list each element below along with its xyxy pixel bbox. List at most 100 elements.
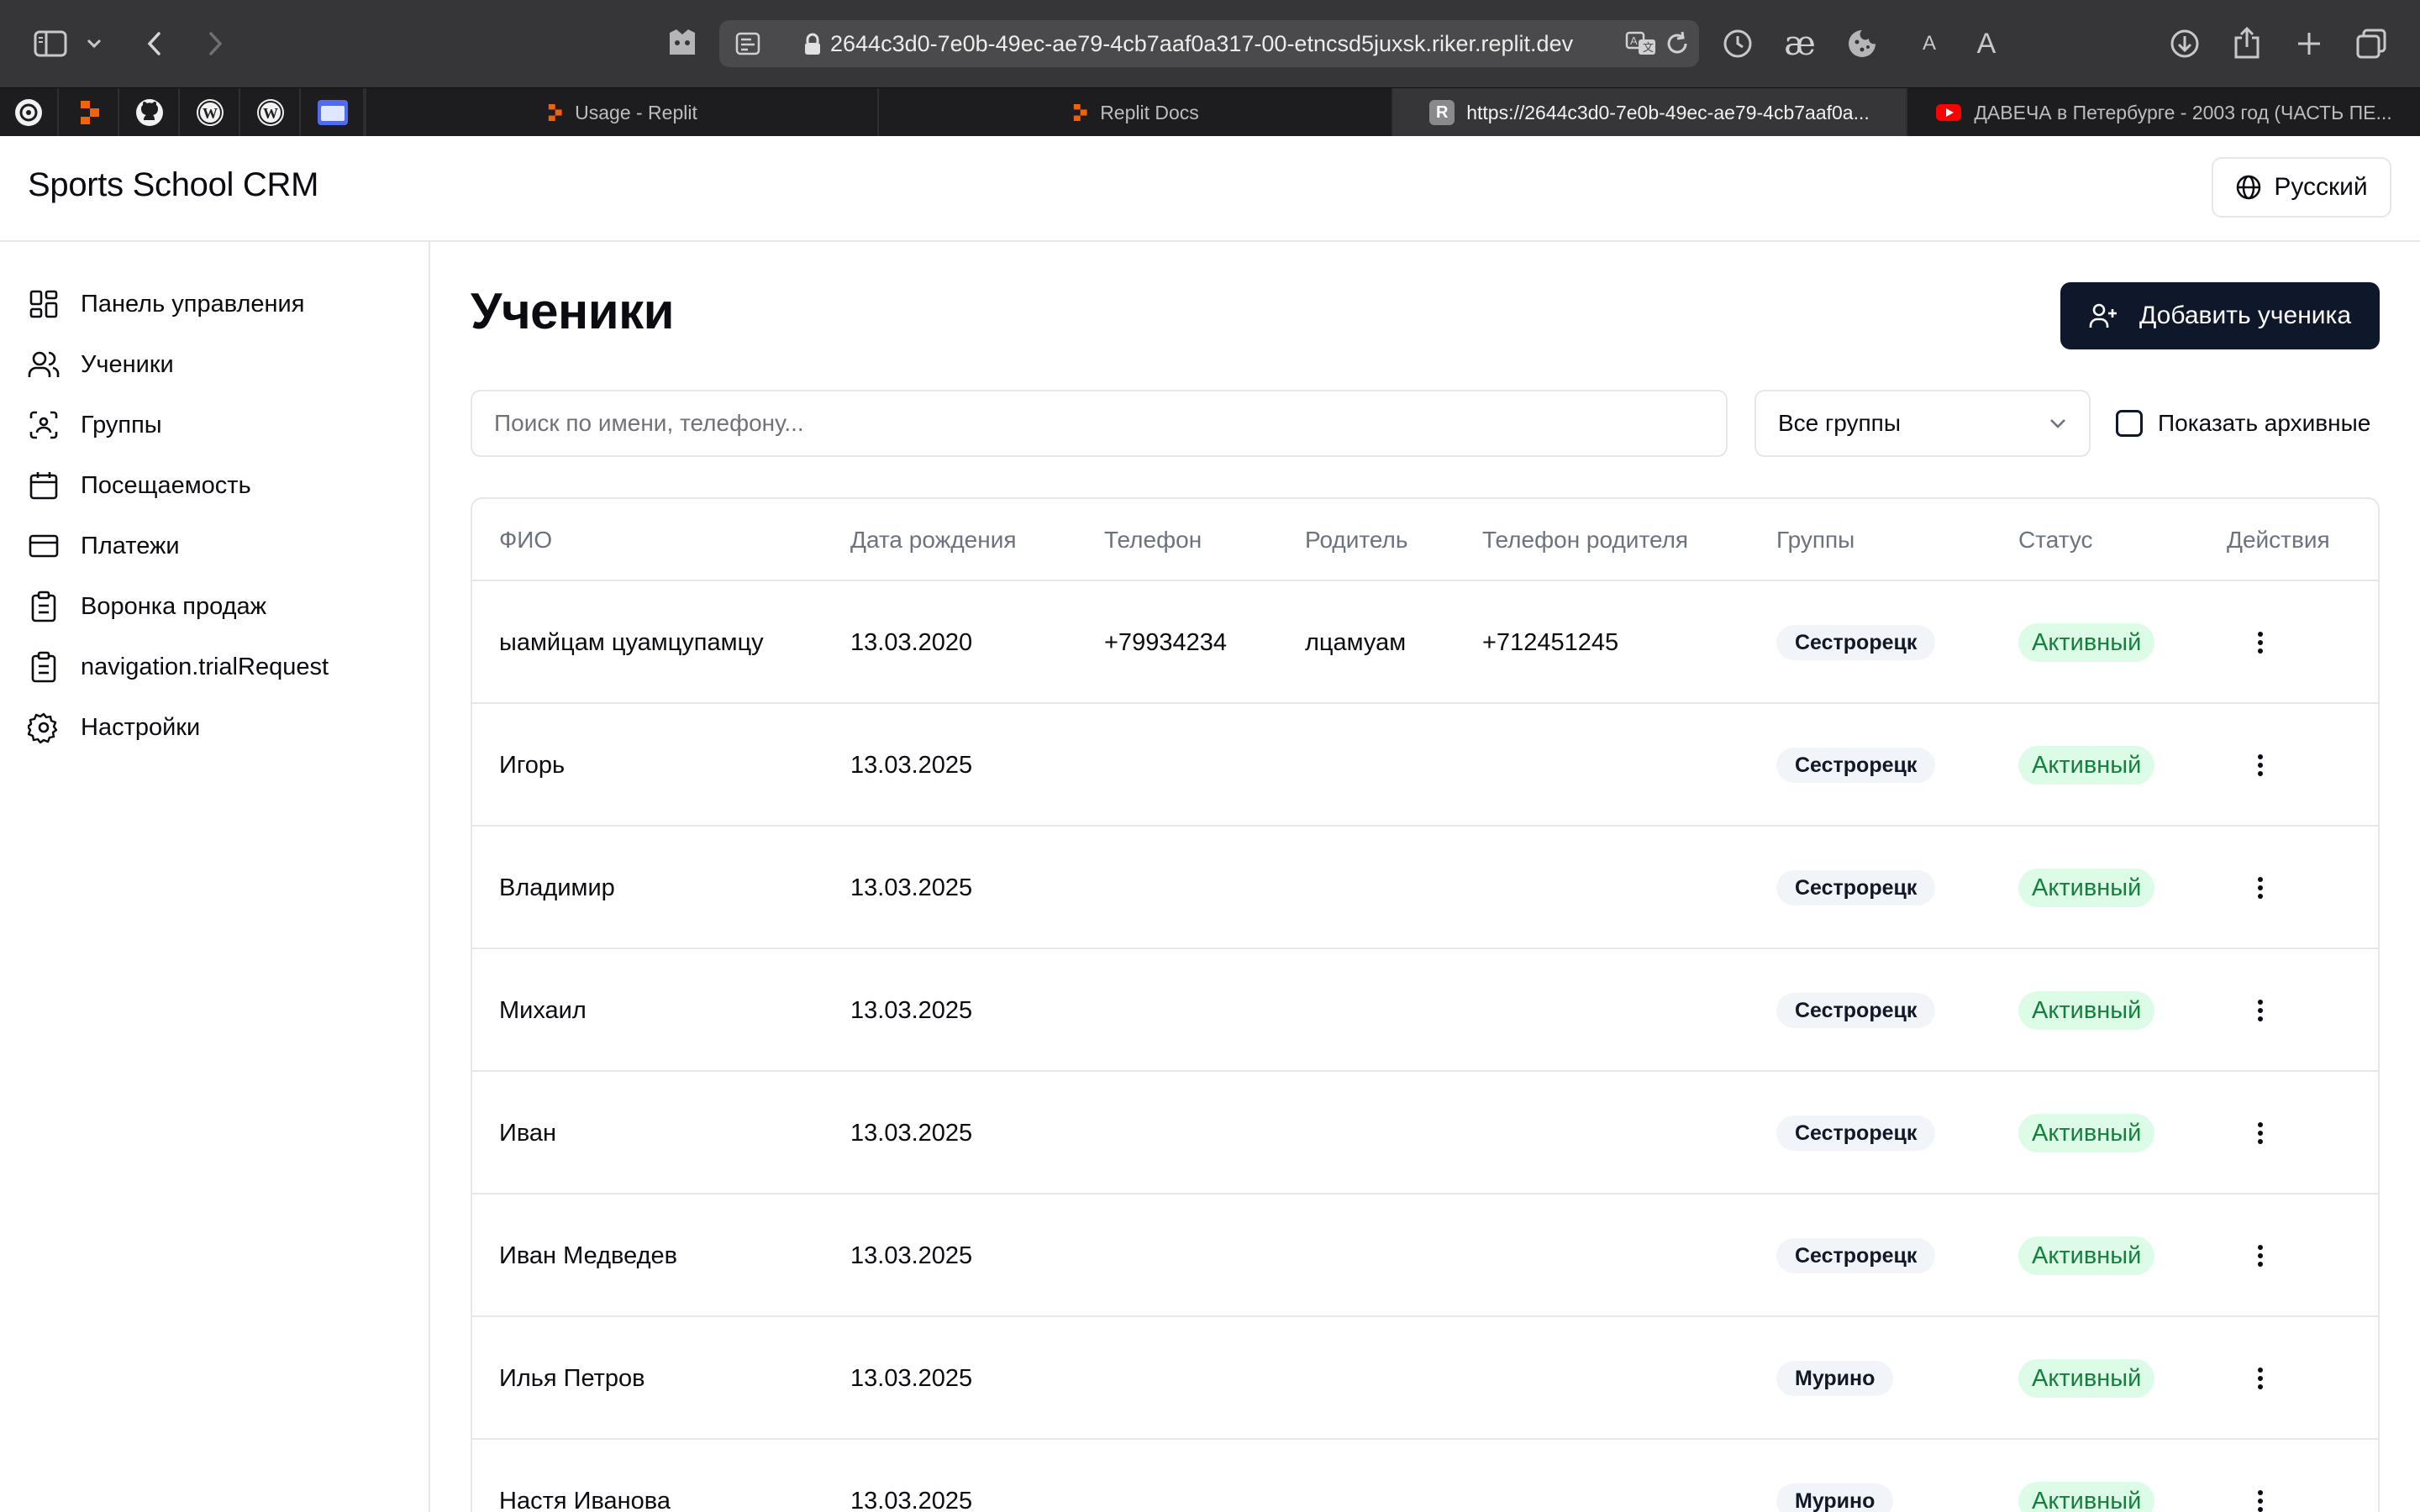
more-actions-icon[interactable] [2242, 992, 2279, 1029]
status-badge: Активный [2018, 746, 2155, 785]
group-badge: Сестрорецк [1776, 993, 1936, 1028]
language-button[interactable]: Русский [2212, 157, 2391, 218]
table-row[interactable]: Иван Медведев 13.03.2025 Сестрорецк Акти… [472, 1194, 2378, 1317]
users-icon [27, 348, 60, 381]
cell-parent: лцамуам [1305, 629, 1407, 656]
cell-birthdate: 13.03.2025 [850, 1488, 973, 1512]
more-actions-icon[interactable] [2242, 747, 2279, 784]
forward-arrow-icon[interactable] [192, 20, 239, 67]
replit-icon[interactable] [60, 88, 119, 137]
browser-tab-bar: W W Usage - Replit Replit Docs R https:/… [0, 87, 2420, 137]
sidebar-item-sales-funnel[interactable]: Воронка продаж [27, 583, 266, 630]
sidebar-item-trial-request[interactable]: navigation.trialRequest [27, 643, 329, 690]
language-label: Русский [2274, 173, 2368, 201]
show-archived-checkbox[interactable] [2116, 410, 2143, 437]
reload-icon[interactable] [1664, 30, 1691, 57]
sidebar-item-settings[interactable]: Настройки [27, 704, 200, 751]
replit-icon [548, 104, 562, 121]
table-row[interactable]: Иван 13.03.2025 Сестрорецк Активный [472, 1072, 2378, 1194]
ae-extension-icon[interactable]: æ [1776, 20, 1823, 67]
sidebar-item-dashboard[interactable]: Панель управления [27, 281, 304, 328]
more-actions-icon[interactable] [2242, 624, 2279, 661]
status-badge: Активный [2018, 1114, 2155, 1152]
chevron-down-icon [2050, 419, 2065, 428]
cell-birthdate: 13.03.2025 [850, 752, 973, 779]
app-header: Sports School CRM Русский [0, 136, 2420, 242]
extension-icon[interactable] [659, 20, 706, 67]
column-header-birthdate[interactable]: Дата рождения [850, 499, 1017, 581]
github-icon[interactable] [121, 88, 180, 137]
table-row[interactable]: Михаил 13.03.2025 Сестрорецк Активный [472, 949, 2378, 1072]
table-row[interactable]: Илья Петров 13.03.2025 Мурино Активный [472, 1317, 2378, 1440]
back-arrow-icon[interactable] [131, 20, 178, 67]
table-row[interactable]: Настя Иванова 13.03.2025 Мурино Активный [472, 1440, 2378, 1512]
table-header: ФИО Дата рождения Телефон Родитель Телеф… [472, 499, 2378, 581]
tab-overview-icon[interactable] [2348, 20, 2395, 67]
status-badge: Активный [2018, 1482, 2155, 1512]
r-letter-icon: R [1429, 100, 1455, 125]
group-badge: Сестрорецк [1776, 1238, 1936, 1273]
translate-icon[interactable]: A文 [1625, 30, 1659, 57]
cell-phone: +79934234 [1104, 629, 1227, 656]
more-actions-icon[interactable] [2242, 1237, 2279, 1274]
sidebar-item-students[interactable]: Ученики [27, 341, 174, 388]
text-smaller-icon[interactable]: A [1906, 20, 1953, 67]
address-bar[interactable]: 2644c3d0-7e0b-49ec-ae79-4cb7aaf0a317-00-… [719, 20, 1699, 67]
svg-text:A: A [1630, 34, 1638, 47]
sidebar-toggle-icon[interactable] [27, 20, 74, 67]
page-menu-icon[interactable] [734, 30, 761, 57]
show-archived-toggle[interactable]: Показать архивные [2116, 405, 2370, 442]
dashboard-icon [27, 287, 60, 321]
wordpress-icon[interactable]: W [182, 88, 240, 137]
tab-replit-docs[interactable]: Replit Docs [877, 88, 1392, 137]
gear-icon [27, 711, 60, 744]
more-actions-icon[interactable] [2242, 1115, 2279, 1152]
sidebar-item-groups[interactable]: Группы [27, 402, 162, 449]
students-table: ФИО Дата рождения Телефон Родитель Телеф… [471, 497, 2380, 1512]
share-icon[interactable] [2223, 20, 2270, 67]
clipboard-icon [27, 650, 60, 684]
column-header-groups[interactable]: Группы [1776, 499, 1854, 581]
sidebar-item-payments[interactable]: Платежи [27, 522, 180, 570]
history-icon[interactable] [1714, 20, 1761, 67]
cell-name: Настя Иванова [499, 1488, 671, 1512]
column-header-phone[interactable]: Телефон [1104, 499, 1202, 581]
text-larger-icon[interactable]: A [1963, 20, 2010, 67]
wordpress-icon[interactable]: W [242, 88, 301, 137]
group-filter-select[interactable]: Все группы [1754, 390, 2091, 457]
search-input[interactable] [471, 390, 1728, 457]
more-actions-icon[interactable] [2242, 1360, 2279, 1397]
new-tab-icon[interactable] [2286, 20, 2333, 67]
cell-birthdate: 13.03.2020 [850, 629, 973, 656]
browser-toolbar: 2644c3d0-7e0b-49ec-ae79-4cb7aaf0a317-00-… [0, 0, 2420, 87]
svg-text:W: W [263, 105, 278, 122]
cookie-icon[interactable] [1839, 20, 1886, 67]
tab-youtube[interactable]: ДАВЕЧА в Петербурге - 2003 год (ЧАСТЬ ПЕ… [1906, 88, 2420, 137]
chevron-down-icon[interactable] [77, 20, 111, 67]
svg-text:W: W [203, 105, 218, 122]
sidebar-item-attendance[interactable]: Посещаемость [27, 462, 251, 509]
app-title: Sports School CRM [28, 166, 319, 203]
cell-birthdate: 13.03.2025 [850, 1120, 973, 1147]
table-row[interactable]: Игорь 13.03.2025 Сестрорецк Активный [472, 704, 2378, 827]
folder-icon[interactable] [302, 88, 365, 137]
column-header-status[interactable]: Статус [2018, 499, 2093, 581]
download-icon[interactable] [2161, 20, 2208, 67]
user-plus-icon [2089, 303, 2117, 328]
more-actions-icon[interactable] [2242, 869, 2279, 906]
add-student-button[interactable]: Добавить ученика [2060, 282, 2380, 349]
more-actions-icon[interactable] [2242, 1483, 2279, 1512]
column-header-parent-phone[interactable]: Телефон родителя [1482, 499, 1688, 581]
cell-name: Игорь [499, 752, 566, 779]
openai-icon[interactable] [0, 88, 59, 137]
status-badge: Активный [2018, 1359, 2155, 1398]
group-badge: Сестрорецк [1776, 870, 1936, 906]
column-header-name[interactable]: ФИО [499, 499, 552, 581]
column-header-parent[interactable]: Родитель [1305, 499, 1407, 581]
table-row[interactable]: Владимир 13.03.2025 Сестрорецк Активный [472, 827, 2378, 949]
table-row[interactable]: ыамйцам цуамцупамцу 13.03.2020 +79934234… [472, 581, 2378, 704]
cell-name: ыамйцам цуамцупамцу [499, 629, 764, 656]
cell-name: Иван [499, 1120, 557, 1147]
tab-active-crm[interactable]: R https://2644c3d0-7e0b-49ec-ae79-4cb7aa… [1392, 88, 1906, 137]
tab-usage-replit[interactable]: Usage - Replit [365, 88, 877, 137]
